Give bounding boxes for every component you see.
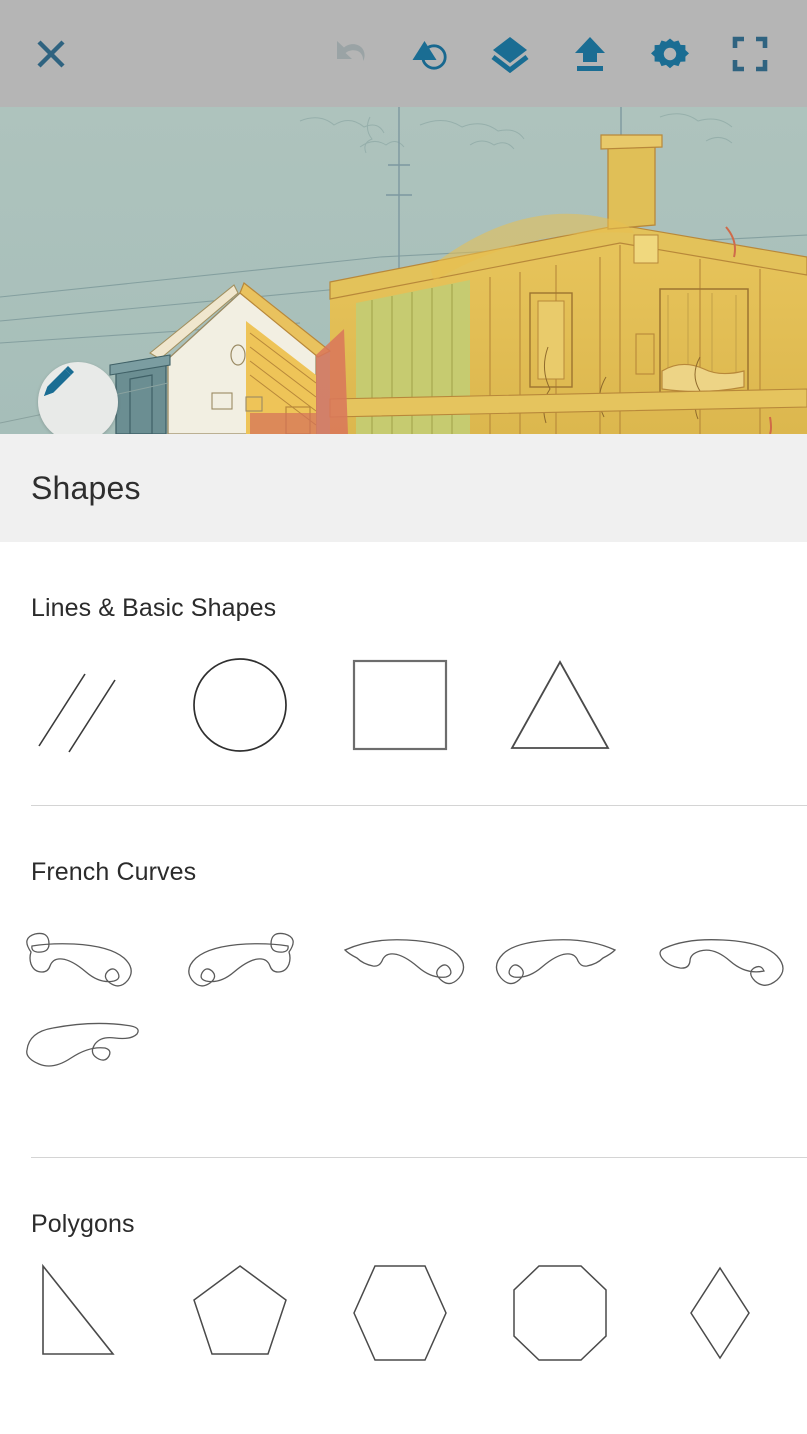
close-icon bbox=[37, 39, 65, 68]
right-triangle-shape-icon bbox=[42, 1263, 115, 1355]
layers-button[interactable] bbox=[479, 23, 541, 85]
shapes-icon bbox=[412, 40, 447, 70]
pentagon-shape-icon bbox=[193, 1265, 287, 1355]
shapes-panel-header: Shapes bbox=[0, 434, 807, 542]
fullscreen-icon bbox=[732, 36, 768, 71]
section-title-lines: Lines & Basic Shapes bbox=[31, 594, 277, 622]
section-lines-basic-shapes: Lines & Basic Shapes bbox=[0, 542, 807, 806]
close-button[interactable] bbox=[20, 23, 82, 85]
shape-triangle[interactable] bbox=[480, 635, 640, 775]
french-curve-6-shape-icon bbox=[26, 1022, 139, 1067]
shape-ruler[interactable] bbox=[0, 635, 160, 775]
shape-row-basic bbox=[0, 623, 807, 763]
shape-french-curve-4[interactable] bbox=[480, 907, 640, 1017]
shape-row-curves-1 bbox=[0, 887, 807, 997]
french-curve-2-shape-icon bbox=[188, 932, 294, 987]
triangle-shape-icon bbox=[510, 660, 610, 749]
settings-button[interactable] bbox=[639, 23, 701, 85]
shape-rhombus[interactable] bbox=[640, 1258, 800, 1368]
french-curve-1-shape-icon bbox=[26, 932, 132, 987]
shape-french-curve-2[interactable] bbox=[160, 907, 320, 1017]
french-curve-4-shape-icon bbox=[495, 939, 617, 985]
circle-shape-icon bbox=[193, 658, 287, 752]
shape-hexagon[interactable] bbox=[320, 1258, 480, 1368]
pencil-icon bbox=[44, 366, 74, 396]
shape-square[interactable] bbox=[320, 635, 480, 775]
section-french-curves: French Curves bbox=[0, 806, 807, 1158]
section-title-polygons: Polygons bbox=[31, 1210, 135, 1238]
hexagon-shape-icon bbox=[353, 1265, 447, 1361]
ruler-shape-icon bbox=[38, 673, 116, 753]
shape-right-triangle[interactable] bbox=[0, 1258, 160, 1368]
pencil-tool-button[interactable] bbox=[38, 362, 118, 434]
french-curve-5-shape-icon bbox=[659, 939, 784, 986]
layers-icon bbox=[491, 36, 529, 73]
shapes-panel-body: Lines & Basic Shapes French Curves Polyg… bbox=[0, 542, 807, 1434]
undo-icon bbox=[337, 40, 365, 61]
shapes-button[interactable] bbox=[399, 23, 461, 85]
section-title-french-curves: French Curves bbox=[31, 858, 197, 886]
shape-row-polygons bbox=[0, 1239, 807, 1361]
drawing-canvas[interactable] bbox=[0, 107, 807, 434]
fullscreen-button[interactable] bbox=[719, 23, 781, 85]
french-curve-3-shape-icon bbox=[343, 939, 465, 985]
publish-icon bbox=[575, 36, 605, 71]
square-shape-icon bbox=[352, 659, 448, 751]
top-toolbar bbox=[0, 0, 807, 107]
shape-french-curve-3[interactable] bbox=[320, 907, 480, 1017]
shape-french-curve-5[interactable] bbox=[640, 907, 800, 1017]
octagon-shape-icon bbox=[513, 1265, 607, 1361]
panel-title: Shapes bbox=[31, 469, 141, 506]
undo-button[interactable] bbox=[319, 23, 381, 85]
shape-octagon[interactable] bbox=[480, 1258, 640, 1368]
shape-pentagon[interactable] bbox=[160, 1258, 320, 1368]
publish-button[interactable] bbox=[559, 23, 621, 85]
section-polygons: Polygons bbox=[0, 1158, 807, 1361]
rhombus-shape-icon bbox=[690, 1266, 750, 1360]
shape-circle[interactable] bbox=[160, 635, 320, 775]
artwork-sketch bbox=[0, 107, 807, 434]
settings-icon bbox=[651, 37, 689, 68]
shape-french-curve-6[interactable] bbox=[0, 997, 160, 1107]
app-root: Shapes Lines & Basic Shapes French Curve… bbox=[0, 0, 807, 1434]
